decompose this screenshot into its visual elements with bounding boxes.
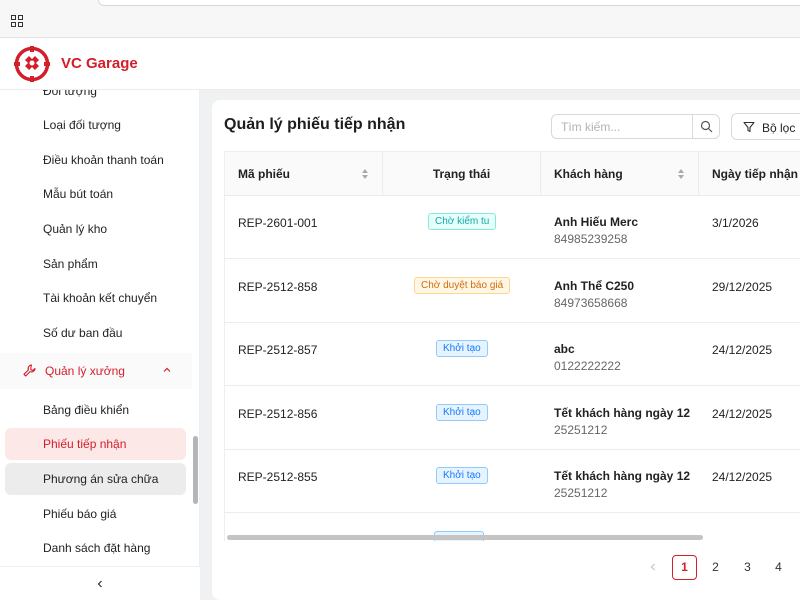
chevron-left-icon <box>97 580 102 588</box>
customer-name: Anh Thể C250 <box>554 278 635 293</box>
sidebar-item-tai-khoan-ket-chuyen[interactable]: Tài khoản kết chuyển <box>5 282 186 314</box>
search-button[interactable] <box>692 114 720 139</box>
cell-code[interactable]: REP-2512-857 <box>238 343 317 357</box>
sidebar: Đối tượng Loại đối tượng Điều khoản than… <box>0 90 200 600</box>
wrench-icon <box>23 364 36 377</box>
cell-customer: Tết khách hàng ngày 12 25251212 <box>554 469 690 500</box>
sidebar-item-mau-but-toan[interactable]: Mẫu bút toán <box>5 178 186 210</box>
cell-code[interactable]: REP-2512-856 <box>238 407 317 421</box>
app-header: VC Garage <box>0 38 800 90</box>
sidebar-item-phieu-tiep-nhan[interactable]: Phiếu tiếp nhận <box>5 428 186 460</box>
column-header-ma-phieu[interactable]: Mã phiếu <box>225 152 383 196</box>
column-label: Trạng thái <box>432 167 491 181</box>
cell-code[interactable]: REP-2512-858 <box>238 280 317 294</box>
table-row[interactable]: REP-2512-857 Khởi tạo abc 0122222222 24/12/2… <box>225 323 800 386</box>
status-badge: Chờ kiểm tu <box>428 213 497 230</box>
cell-date: 24/12/2025 <box>712 343 773 357</box>
customer-phone: 25251212 <box>554 422 608 437</box>
cell-date: 29/12/2025 <box>712 279 773 294</box>
customer-phone: 84973658668 <box>554 295 628 310</box>
cell-date: 24/12/2025 <box>712 406 773 421</box>
table-row[interactable]: REP-2512-855 Khởi tạo Tết khách hàng ngày … <box>225 450 800 513</box>
filter-icon <box>743 121 755 133</box>
customer-name: Tết khách hàng ngày 12 <box>554 469 691 483</box>
table-row[interactable]: REP-2512-856 Khởi tạo Tết khách hàng ngày … <box>225 387 800 450</box>
browser-toolbar <box>0 0 800 38</box>
sidebar-item-so-du-ban-dau[interactable]: Số dư ban đầu <box>5 317 186 349</box>
apps-grid-icon[interactable] <box>11 15 23 27</box>
cell-code[interactable]: REP-2601-001 <box>238 216 317 230</box>
browser-tab-edge <box>98 0 800 6</box>
sidebar-group-label: Quản lý xưởng <box>45 364 125 378</box>
sidebar-group-quan-ly-xuong[interactable]: Quản lý xưởng <box>0 353 192 389</box>
cell-customer: Anh Hiếu Merc 84985239258 <box>554 215 638 246</box>
page-title: Quản lý phiếu tiếp nhận <box>224 116 406 133</box>
status-badge: Chờ duyệt báo giá <box>414 276 511 294</box>
cell-customer: Tết khách hàng ngày 12 25251212 <box>554 406 690 437</box>
column-label: Ngày tiếp nhận <box>712 167 799 181</box>
column-header-trang-thai: Trạng thái <box>383 152 541 196</box>
brand-name: VC Garage <box>61 55 138 72</box>
status-badge: Khởi tạo <box>436 467 488 484</box>
search-input[interactable] <box>551 114 693 139</box>
customer-phone: 84985239258 <box>554 232 628 246</box>
sidebar-item-phuong-an-sua-chua[interactable]: Phương án sửa chữa <box>5 463 186 495</box>
sidebar-item-dieu-khoan-thanh-toan[interactable]: Điều khoản thanh toán <box>5 144 186 176</box>
sidebar-collapse-button[interactable] <box>0 566 200 600</box>
pagination-page-4[interactable]: 4 <box>766 555 791 580</box>
status-badge: Khởi tạo <box>436 403 488 421</box>
column-label: Mã phiếu <box>238 167 291 181</box>
sort-icon[interactable] <box>677 168 685 180</box>
receipt-table: Mã phiếu Trạng thái Khách hàng Ngày tiếp… <box>224 151 800 541</box>
search-icon <box>700 120 713 133</box>
pagination-page-3[interactable]: 3 <box>735 555 760 580</box>
customer-name: Tết khách hàng ngày 12 <box>554 405 691 420</box>
column-header-khach-hang[interactable]: Khách hàng <box>541 152 699 196</box>
sidebar-item-bang-dieu-khien[interactable]: Bảng điều khiển <box>5 394 186 426</box>
cell-date: 3/1/2026 <box>712 216 759 230</box>
sidebar-scrollbar[interactable] <box>193 436 198 504</box>
column-label: Khách hàng <box>554 167 623 181</box>
sidebar-item-phieu-bao-gia[interactable]: Phiếu báo giá <box>5 498 186 530</box>
customer-phone: 25251212 <box>554 486 608 500</box>
table-row[interactable]: REP-2512-858 Chờ duyệt báo giá Anh Thể C25… <box>225 260 800 323</box>
sidebar-item-quan-ly-kho[interactable]: Quản lý kho <box>5 213 186 245</box>
customer-name: abc <box>554 342 575 356</box>
pagination-prev-button[interactable] <box>640 555 665 580</box>
garage-logo-icon[interactable] <box>14 46 50 82</box>
cell-customer: Anh Thể C250 84973658668 <box>554 279 634 310</box>
pagination-page-2[interactable]: 2 <box>703 555 728 580</box>
sort-icon[interactable] <box>361 168 369 180</box>
column-header-ngay-tiep-nhan[interactable]: Ngày tiếp nhận <box>699 152 800 196</box>
filter-label: Bộ lọc <box>762 121 796 135</box>
customer-phone: 0122222222 <box>554 359 621 373</box>
sidebar-item-san-pham[interactable]: Sản phẩm <box>5 248 186 280</box>
table-horizontal-scrollbar[interactable] <box>224 534 800 540</box>
scrollbar-thumb[interactable] <box>227 535 703 540</box>
cell-date: 24/12/2025 <box>712 470 773 484</box>
customer-name: Anh Hiếu Merc <box>554 215 639 229</box>
table-header: Mã phiếu Trạng thái Khách hàng Ngày tiếp… <box>225 152 800 196</box>
sidebar-item-doi-tuong[interactable]: Đối tượng <box>5 90 186 107</box>
pagination-page-1[interactable]: 1 <box>672 555 697 580</box>
table-row[interactable]: REP-2601-001 Chờ kiểm tu Anh Hiếu Merc 8498… <box>225 196 800 259</box>
sidebar-item-danh-sach-dat-hang[interactable]: Danh sách đặt hàng <box>5 532 186 564</box>
cell-customer: abc 0122222222 <box>554 342 621 373</box>
chevron-up-icon <box>163 367 171 372</box>
cell-code[interactable]: REP-2512-855 <box>238 470 317 484</box>
filter-button[interactable]: Bộ lọc <box>731 113 800 140</box>
status-badge: Khởi tạo <box>436 340 488 357</box>
sidebar-item-loai-doi-tuong[interactable]: Loại đối tượng <box>5 109 186 141</box>
chevron-left-icon <box>650 563 655 571</box>
